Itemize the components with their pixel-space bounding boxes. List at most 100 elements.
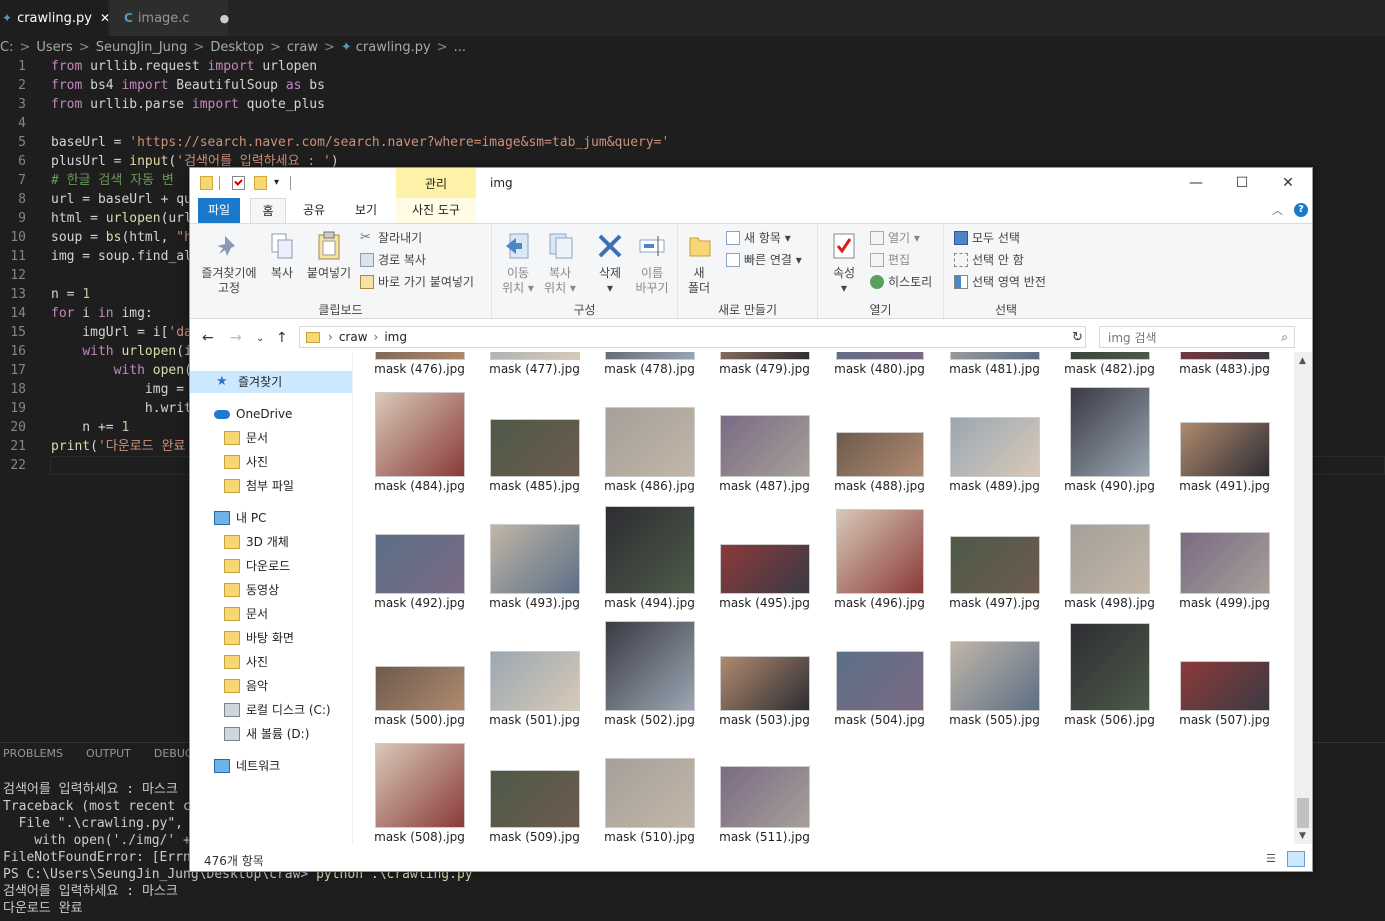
copy-to-button[interactable]: 복사 위치 ▾ <box>540 230 580 296</box>
maximize-button[interactable]: ☐ <box>1219 172 1265 194</box>
file-item[interactable]: mask (504).jpg <box>822 613 937 731</box>
edit-button[interactable]: 편집 <box>870 250 910 270</box>
file-item[interactable]: mask (495).jpg <box>707 496 822 614</box>
address-segment[interactable]: img <box>384 330 407 344</box>
file-item[interactable]: mask (480).jpg <box>822 352 937 380</box>
file-item[interactable]: mask (477).jpg <box>477 352 592 380</box>
file-item[interactable]: mask (488).jpg <box>822 379 937 497</box>
nav-onedrive[interactable]: OneDrive <box>214 403 292 425</box>
tab-output[interactable]: OUTPUT <box>86 743 131 765</box>
nav-item[interactable]: 다운로드 <box>224 555 290 577</box>
file-item[interactable]: mask (509).jpg <box>477 730 592 847</box>
nav-quick-access[interactable]: ★ 즐겨찾기 <box>190 371 352 393</box>
back-arrow-icon[interactable]: ← <box>202 330 214 346</box>
file-item[interactable]: mask (489).jpg <box>937 379 1052 497</box>
forward-arrow-icon[interactable]: → <box>230 330 242 346</box>
address-input[interactable]: › craw › img ⌄ <box>299 326 1086 348</box>
nav-item[interactable]: 첨부 파일 <box>224 475 294 497</box>
large-icons-view-icon[interactable] <box>1287 851 1305 867</box>
file-item[interactable]: mask (482).jpg <box>1052 352 1167 380</box>
breadcrumb-item[interactable]: ... <box>454 40 466 55</box>
file-item[interactable]: mask (478).jpg <box>592 352 707 380</box>
file-item[interactable]: mask (507).jpg <box>1167 613 1282 731</box>
new-folder-button[interactable]: 새 폴더 <box>684 230 714 296</box>
file-item[interactable]: mask (510).jpg <box>592 730 707 847</box>
vertical-scrollbar[interactable]: ▲ ▼ <box>1294 352 1312 844</box>
breadcrumb-item[interactable]: SeungJin_Jung <box>96 40 188 55</box>
nav-item[interactable]: 로컬 디스크 (C:) <box>224 699 331 721</box>
file-item[interactable]: mask (497).jpg <box>937 496 1052 614</box>
new-item-button[interactable]: 새 항목 ▾ <box>726 228 791 248</box>
breadcrumb-item[interactable]: Users <box>36 40 72 55</box>
breadcrumb-item[interactable]: crawling.py <box>356 40 431 55</box>
tab-problems[interactable]: PROBLEMS <box>3 743 63 765</box>
up-arrow-icon[interactable]: ↑ <box>276 330 288 346</box>
file-item[interactable]: mask (494).jpg <box>592 496 707 614</box>
nav-this-pc[interactable]: 내 PC <box>214 507 266 529</box>
refresh-icon[interactable]: ↻ <box>1072 330 1083 345</box>
file-item[interactable]: mask (506).jpg <box>1052 613 1167 731</box>
context-tab-manage[interactable]: 관리 <box>396 168 476 198</box>
file-item[interactable]: mask (484).jpg <box>362 379 477 497</box>
file-item[interactable]: mask (486).jpg <box>592 379 707 497</box>
copy-path-button[interactable]: 경로 복사 <box>360 250 426 270</box>
nav-item[interactable]: 문서 <box>224 603 268 625</box>
help-icon[interactable]: ? <box>1294 203 1308 217</box>
file-item[interactable]: mask (481).jpg <box>937 352 1052 380</box>
properties-button[interactable]: 속성 ▾ <box>824 230 864 296</box>
breadcrumb-item[interactable]: C: <box>0 40 13 55</box>
paste-shortcut-button[interactable]: 바로 가기 붙여넣기 <box>360 272 474 292</box>
nav-item[interactable]: 동영상 <box>224 579 279 601</box>
nav-item[interactable]: 사진 <box>224 651 268 673</box>
nav-item[interactable]: 문서 <box>224 427 268 449</box>
close-icon[interactable]: ✕ <box>100 11 110 25</box>
tab-crawling-py[interactable]: ✦ crawling.py ✕ <box>0 0 110 36</box>
nav-item[interactable]: 바탕 화면 <box>224 627 294 649</box>
file-item[interactable]: mask (485).jpg <box>477 379 592 497</box>
delete-button[interactable]: 삭제 ▾ <box>590 230 630 296</box>
file-item[interactable]: mask (503).jpg <box>707 613 822 731</box>
tab-home[interactable]: 홈 <box>250 198 286 223</box>
nav-item[interactable]: 새 볼륨 (D:) <box>224 723 309 745</box>
collapse-ribbon-icon[interactable]: ︿ <box>1272 202 1283 218</box>
recent-locations-icon[interactable]: ⌄ <box>256 333 264 344</box>
tab-view[interactable]: 보기 <box>346 198 386 223</box>
minimize-button[interactable]: — <box>1173 172 1219 194</box>
details-view-icon[interactable]: ☰ <box>1266 852 1276 865</box>
nav-network[interactable]: 네트워크 <box>214 755 280 777</box>
nav-item[interactable]: 사진 <box>224 451 268 473</box>
scroll-up-icon[interactable]: ▲ <box>1299 356 1306 366</box>
file-item[interactable]: mask (483).jpg <box>1167 352 1282 380</box>
tab-picture-tools[interactable]: 사진 도구 <box>396 198 476 223</box>
file-item[interactable]: mask (511).jpg <box>707 730 822 847</box>
nav-item[interactable]: 음악 <box>224 675 268 697</box>
move-to-button[interactable]: 이동 위치 ▾ <box>498 230 538 296</box>
file-item[interactable]: mask (490).jpg <box>1052 379 1167 497</box>
search-input[interactable]: img 검색 ⌕ <box>1099 326 1295 348</box>
file-item[interactable]: mask (505).jpg <box>937 613 1052 731</box>
invert-selection-button[interactable]: 선택 영역 반전 <box>954 272 1046 292</box>
tab-file[interactable]: 파일 <box>198 198 240 223</box>
history-button[interactable]: 히스토리 <box>870 272 932 292</box>
file-item[interactable]: mask (492).jpg <box>362 496 477 614</box>
copy-button[interactable]: 복사 <box>262 230 302 281</box>
paste-button[interactable]: 붙여넣기 <box>302 230 356 281</box>
easy-access-button[interactable]: 빠른 연결 ▾ <box>726 250 802 270</box>
select-all-button[interactable]: 모두 선택 <box>954 228 1020 248</box>
tab-image-c[interactable]: C image.c ● <box>110 0 230 36</box>
customize-qa-icon[interactable]: ▾ <box>274 177 279 188</box>
file-item[interactable]: mask (502).jpg <box>592 613 707 731</box>
rename-button[interactable]: 이름 바꾸기 <box>632 230 672 296</box>
unsaved-dot-icon[interactable]: ● <box>220 12 230 25</box>
scrollbar-thumb[interactable] <box>1297 798 1309 828</box>
pin-to-quick-access-button[interactable]: 즐겨찾기에 고정 <box>194 230 264 296</box>
file-item[interactable]: mask (496).jpg <box>822 496 937 614</box>
file-item[interactable]: mask (498).jpg <box>1052 496 1167 614</box>
file-item[interactable]: mask (501).jpg <box>477 613 592 731</box>
new-folder-icon[interactable] <box>254 176 267 190</box>
file-item[interactable]: mask (487).jpg <box>707 379 822 497</box>
properties-icon[interactable] <box>232 176 245 190</box>
breadcrumb-item[interactable]: Desktop <box>210 40 264 55</box>
cut-button[interactable]: ✂ 잘라내기 <box>360 228 422 248</box>
file-item[interactable]: mask (491).jpg <box>1167 379 1282 497</box>
